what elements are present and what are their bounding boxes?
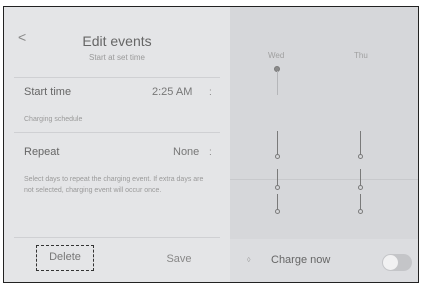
start-time-label[interactable]: Start time [24,86,71,98]
repeat-value[interactable]: None [173,146,199,158]
charge-now-toggle[interactable] [382,254,412,271]
schedule-line [360,169,361,186]
schedule-line [277,194,278,210]
page-title: Edit events [82,33,152,49]
app-window: < Edit events Start at set time Start ti… [3,6,419,283]
repeat-description: Select days to repeat the charging event… [24,176,204,194]
repeat-label[interactable]: Repeat [24,146,59,158]
repeat-menu-icon[interactable]: : [209,147,212,158]
divider [14,77,220,78]
day-label-thu: Thu [354,51,368,60]
divider [14,132,220,133]
schedule-marker [275,154,280,159]
grid-line [230,179,418,180]
charge-now-bar: ◊ Charge now [230,239,418,282]
schedule-line [277,71,278,95]
schedule-marker [358,185,363,190]
charging-schedule-label: Charging schedule [24,116,83,123]
delete-button[interactable]: Delete [36,245,94,271]
schedule-view: Wed Thu ◊ Charge now [230,7,418,282]
edit-events-panel: < Edit events Start at set time Start ti… [4,7,231,282]
schedule-line [360,131,361,155]
start-time-value[interactable]: 2:25 AM [152,86,192,98]
charge-now-label: Charge now [271,254,331,266]
schedule-line [277,131,278,155]
save-button[interactable]: Save [154,253,204,265]
charge-icon: ◊ [247,257,251,264]
divider [14,237,220,238]
day-label-wed: Wed [268,51,285,60]
schedule-marker [358,154,363,159]
toggle-knob [383,255,398,270]
start-time-menu-icon[interactable]: : [209,87,212,98]
schedule-line [277,169,278,186]
page-subtitle: Start at set time [88,53,146,62]
schedule-marker [275,185,280,190]
schedule-line [360,194,361,210]
schedule-marker [358,209,363,214]
schedule-marker [275,209,280,214]
